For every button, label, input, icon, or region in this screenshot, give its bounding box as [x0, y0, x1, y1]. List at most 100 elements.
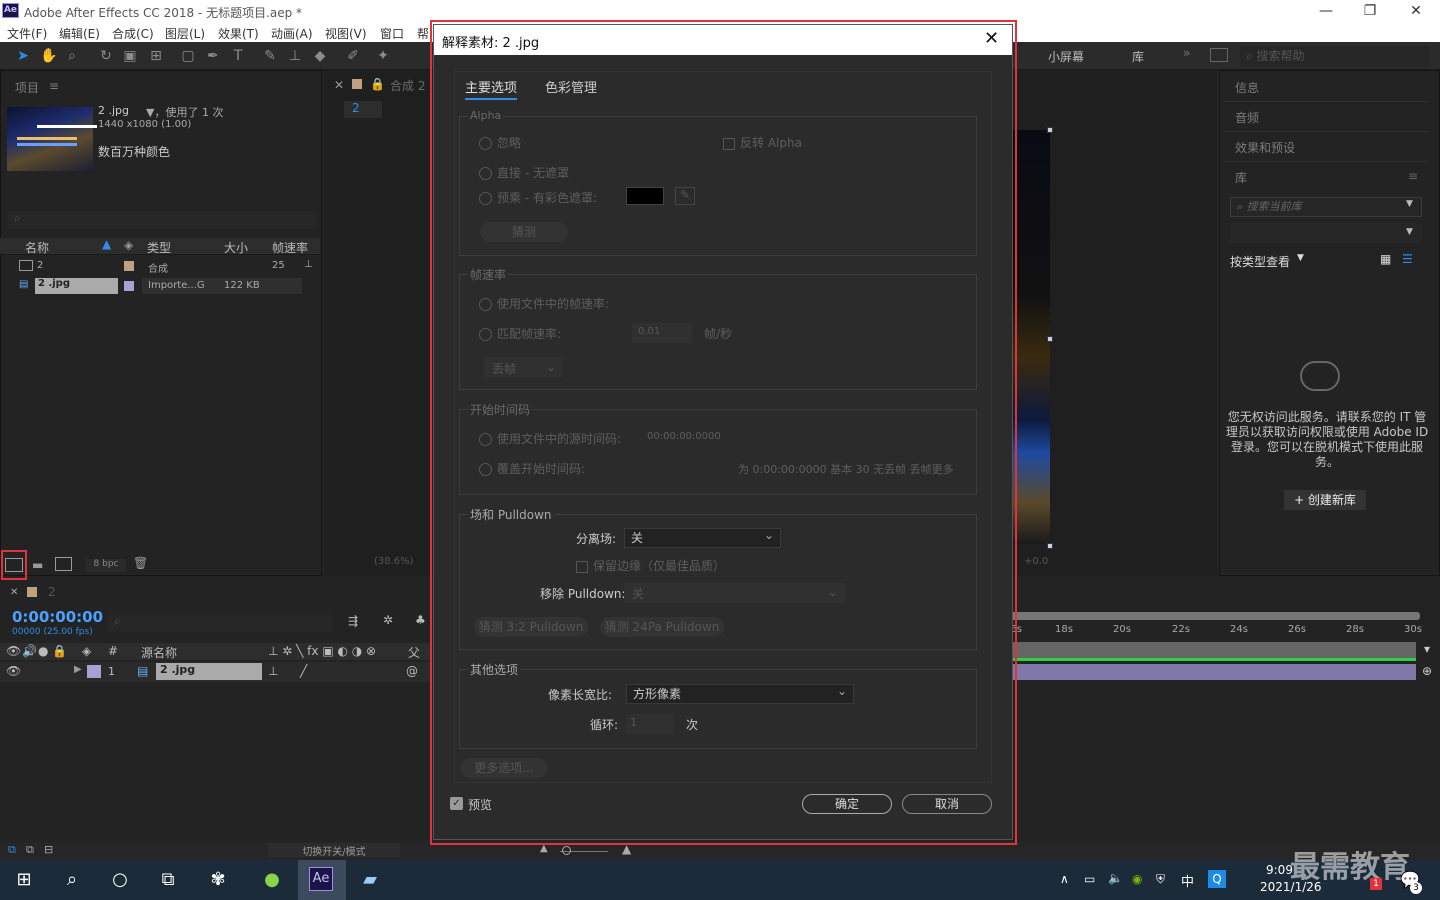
notepad-app-icon[interactable]: ▰: [356, 866, 384, 894]
new-folder-icon[interactable]: ▬: [32, 558, 43, 572]
zoom-tool-icon[interactable]: ⌕: [64, 48, 80, 64]
comp-tab[interactable]: 合成 2: [390, 77, 425, 94]
column-fps[interactable]: 帧速率: [272, 239, 308, 256]
search-icon[interactable]: ⌕: [58, 866, 86, 894]
chevron-down-icon[interactable]: ▼: [1406, 199, 1413, 209]
zoom-timeline-icon[interactable]: ⊕: [1422, 664, 1432, 678]
selection-tool-icon[interactable]: ➤: [15, 48, 31, 64]
project-row[interactable]: 2 合成 25 ⊥: [0, 258, 320, 276]
layer-duration-bar[interactable]: [1006, 664, 1416, 680]
solo-icon[interactable]: ●: [38, 644, 48, 658]
comp-flowchart-icon[interactable]: ⇶: [348, 614, 358, 628]
ime-indicator[interactable]: 中: [1181, 871, 1194, 890]
cortana-icon[interactable]: ○: [106, 866, 134, 894]
chevron-down-icon[interactable]: ▼: [1406, 227, 1413, 237]
zoom-level[interactable]: (38.6%): [374, 556, 414, 567]
menu-animation[interactable]: 动画(A): [271, 25, 313, 42]
panel-menu-icon[interactable]: ≡: [1408, 169, 1418, 183]
rectangle-tool-icon[interactable]: ▢: [180, 48, 196, 64]
close-tab-icon[interactable]: ✕: [334, 78, 344, 92]
sort-ascending-icon[interactable]: ▲: [102, 237, 111, 251]
visibility-icon[interactable]: 👁: [6, 644, 21, 658]
layer-name[interactable]: 2 .jpg: [156, 663, 262, 680]
rotate-tool-icon[interactable]: ↻: [98, 48, 114, 64]
transform-handle[interactable]: [1047, 127, 1053, 133]
footage-usage[interactable]: ▼，使用了 1 次: [146, 104, 223, 120]
draft-3d-icon[interactable]: ✲: [383, 613, 393, 627]
eraser-tool-icon[interactable]: ◆: [312, 48, 328, 64]
workspace-small-screen[interactable]: 小屏幕: [1048, 48, 1084, 65]
timeline-marker-icon[interactable]: ▾: [1424, 642, 1430, 656]
audio-tab[interactable]: 音频: [1235, 109, 1259, 126]
transform-handle[interactable]: [1047, 336, 1053, 342]
label-tag-icon[interactable]: ◈: [124, 238, 133, 252]
shy-layers-icon[interactable]: ♣: [415, 613, 426, 627]
library-tab[interactable]: 库: [1235, 169, 1247, 186]
roto-brush-tool-icon[interactable]: ✐: [345, 48, 361, 64]
expand-arrow-icon[interactable]: ▶: [74, 664, 82, 675]
task-view-icon[interactable]: ⧉: [154, 866, 182, 894]
effects-presets-tab[interactable]: 效果和预设: [1235, 139, 1295, 156]
exposure-value[interactable]: +0.0: [1024, 556, 1048, 567]
clone-stamp-tool-icon[interactable]: ⊥: [287, 48, 303, 64]
flowchart-icon[interactable]: ⊥: [304, 259, 313, 270]
timeline-tab[interactable]: 2: [48, 585, 56, 599]
workspace-library[interactable]: 库: [1132, 48, 1144, 65]
lock-icon[interactable]: 🔒: [370, 77, 385, 91]
workspace-overflow-icon[interactable]: »: [1183, 46, 1190, 60]
close-window-button[interactable]: ✕: [1396, 2, 1436, 20]
column-name[interactable]: 名称: [25, 239, 49, 256]
puppet-pin-tool-icon[interactable]: ✦: [375, 48, 391, 64]
project-tab[interactable]: 项目: [15, 79, 39, 96]
workspace-menu-icon[interactable]: [1210, 48, 1228, 62]
quality-switch-icon[interactable]: ╱: [300, 664, 307, 678]
layer-switches-icon[interactable]: ⧉: [8, 843, 16, 857]
chevron-down-icon[interactable]: ▼: [1297, 253, 1304, 263]
column-size[interactable]: 大小: [224, 239, 248, 256]
qq-icon[interactable]: Q: [1208, 870, 1226, 888]
restore-button[interactable]: ❐: [1350, 2, 1390, 20]
transform-handle[interactable]: [1047, 543, 1053, 549]
shy-switch-icon[interactable]: ⊥: [268, 664, 278, 678]
pan-behind-tool-icon[interactable]: ⊞: [148, 48, 164, 64]
tray-overflow-icon[interactable]: ∧: [1060, 872, 1069, 886]
camera-tool-icon[interactable]: ▣: [122, 48, 138, 64]
column-type[interactable]: 类型: [147, 239, 171, 256]
layer-row[interactable]: 👁 ▶ 1 ▤ 2 .jpg ⊥ ╱ @: [0, 662, 430, 682]
time-ruler[interactable]: 16s 18s 20s 22s 24s 26s 28s 30s: [1004, 624, 1422, 640]
help-search-input[interactable]: ⌕ 搜索帮助: [1240, 46, 1430, 66]
grid-view-icon[interactable]: ▦: [1380, 252, 1391, 266]
label-color-swatch[interactable]: [87, 665, 101, 678]
lock-icon[interactable]: 🔒: [52, 644, 67, 658]
windows-start-icon[interactable]: ⊞: [10, 866, 38, 894]
menu-composition[interactable]: 合成(C): [112, 25, 154, 42]
clock-time[interactable]: 9:09: [1266, 863, 1293, 877]
type-tool-icon[interactable]: T: [230, 48, 246, 64]
menu-help[interactable]: 帮: [417, 25, 429, 42]
minimize-button[interactable]: —: [1306, 2, 1346, 20]
pen-tool-icon[interactable]: ✒: [205, 48, 221, 64]
menu-view[interactable]: 视图(V): [325, 25, 367, 42]
volume-icon[interactable]: 🔈: [1108, 871, 1123, 885]
zoom-slider-handle[interactable]: [562, 846, 571, 855]
panel-menu-icon[interactable]: ≡: [49, 79, 59, 93]
work-area-bar[interactable]: [1006, 612, 1420, 620]
bit-depth-button[interactable]: 8 bpc: [86, 559, 126, 572]
list-view-icon[interactable]: ☰: [1402, 252, 1413, 266]
transfer-controls-icon[interactable]: ⧉: [26, 843, 34, 857]
menu-layer[interactable]: 图层(L): [165, 25, 205, 42]
green-app-icon[interactable]: ●: [258, 866, 286, 894]
create-library-button[interactable]: + 创建新库: [1284, 490, 1366, 510]
security-icon[interactable]: ⛨: [1156, 872, 1165, 887]
label-color-swatch[interactable]: [124, 281, 134, 291]
new-composition-icon[interactable]: [55, 557, 72, 571]
project-search-input[interactable]: ⌕: [8, 211, 316, 229]
column-source-name[interactable]: 源名称: [141, 644, 177, 661]
visibility-icon[interactable]: 👁: [6, 664, 21, 678]
library-search-input[interactable]: ⌕ 搜索当前库: [1230, 197, 1422, 217]
trash-icon[interactable]: 🗑: [133, 556, 148, 570]
view-by-type-dropdown[interactable]: 按类型查看: [1230, 253, 1290, 270]
brush-tool-icon[interactable]: ✎: [262, 48, 278, 64]
menu-edit[interactable]: 编辑(E): [59, 25, 100, 42]
network-icon[interactable]: ▭: [1084, 872, 1095, 886]
